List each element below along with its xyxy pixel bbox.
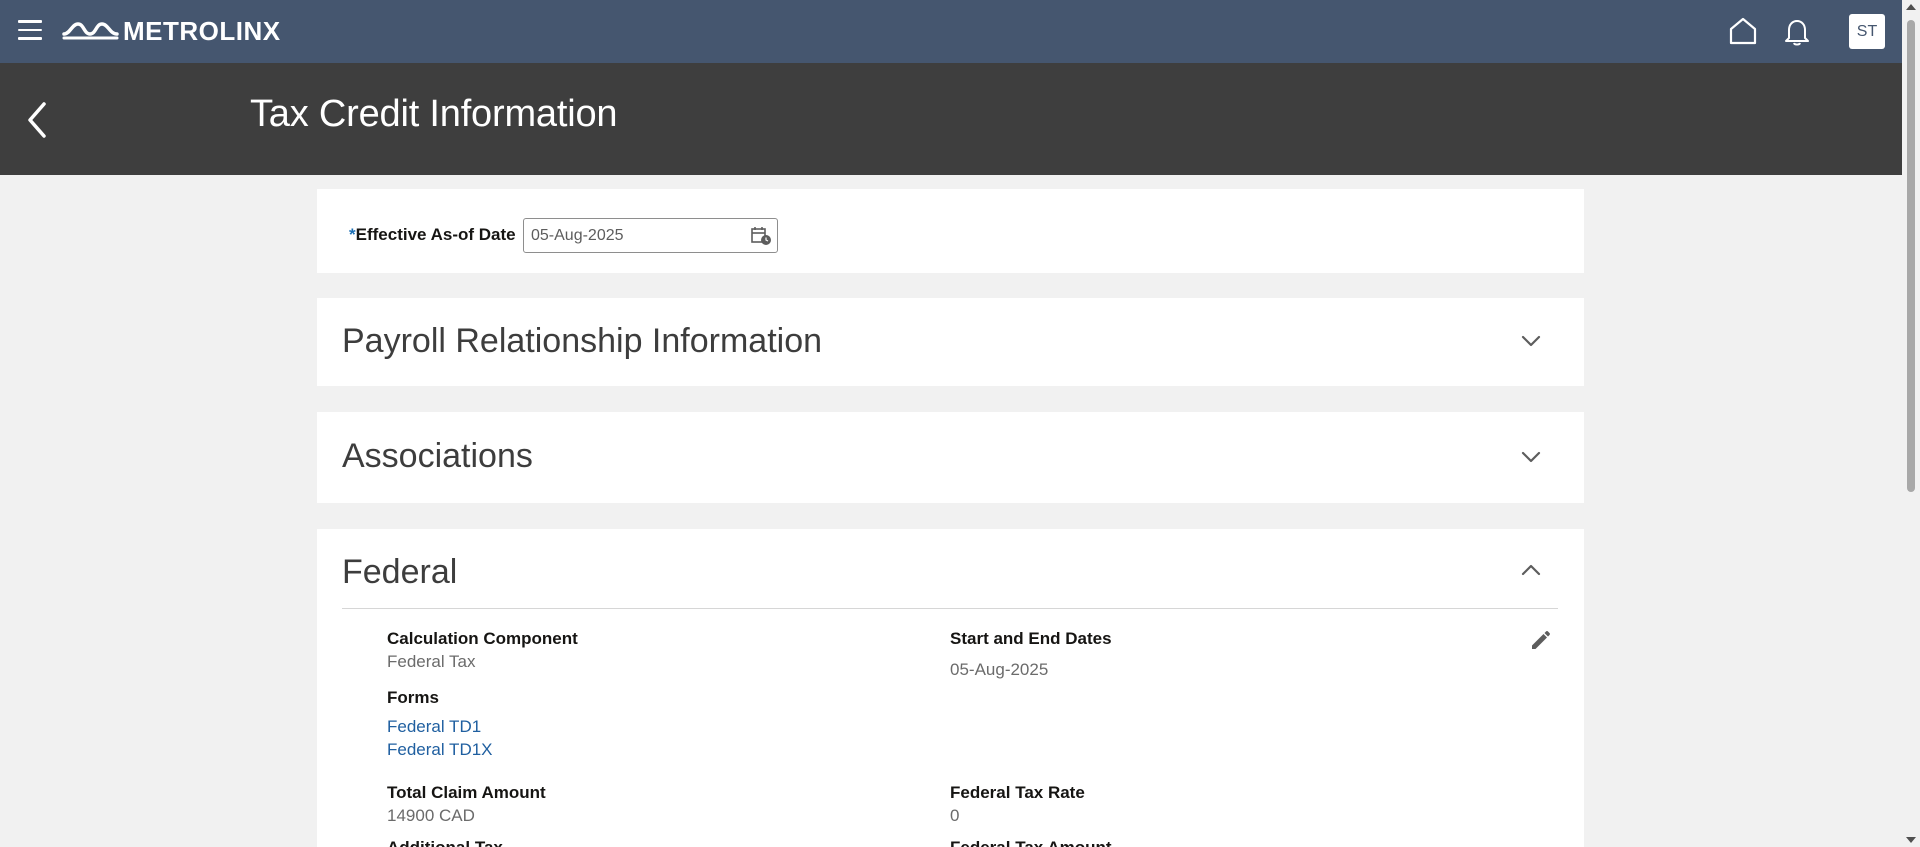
calculation-component-label: Calculation Component [387,629,578,648]
chevron-up-icon[interactable] [1517,560,1545,580]
form-link-federal-td1x[interactable]: Federal TD1X [387,740,493,760]
metrolinx-logo-icon [62,22,119,40]
associations-section[interactable]: Associations [317,412,1584,503]
effective-date-label: *Effective As-of Date [349,225,516,245]
page-header: Tax Credit Information [0,63,1902,175]
brand-logo[interactable]: METROLINX [62,16,281,46]
top-bar: METROLINX ST [0,0,1902,63]
scroll-down-arrow[interactable] [1906,837,1916,843]
effective-date-field[interactable] [523,218,778,253]
effective-date-input[interactable] [531,225,731,247]
edit-icon[interactable] [1528,629,1552,653]
form-link-federal-td1[interactable]: Federal TD1 [387,717,481,737]
required-marker: * [349,225,356,244]
scrollbar-thumb[interactable] [1907,20,1915,492]
section-divider [342,608,1558,609]
additional-tax-label: Additional Tax [387,838,503,847]
effective-date-label-text: Effective As-of Date [355,225,516,244]
chevron-down-icon[interactable] [1517,331,1545,351]
page-title: Tax Credit Information [250,93,618,135]
back-icon[interactable] [22,98,52,142]
vertical-scrollbar[interactable] [1902,0,1920,847]
start-end-dates-label: Start and End Dates [950,629,1112,648]
scroll-up-arrow[interactable] [1906,4,1916,10]
home-icon[interactable] [1727,15,1759,47]
federal-section-title: Federal [342,553,458,591]
payroll-section-title: Payroll Relationship Information [342,322,823,360]
calendar-icon[interactable] [750,226,772,246]
chevron-down-icon[interactable] [1517,447,1545,467]
menu-icon[interactable] [18,20,42,40]
federal-tax-rate-value: 0 [950,806,960,825]
payroll-relationship-section[interactable]: Payroll Relationship Information [317,298,1584,386]
federal-tax-amount-label: Federal Tax Amount [950,838,1112,847]
avatar[interactable]: ST [1849,14,1885,49]
forms-label: Forms [387,688,439,707]
total-claim-amount-label: Total Claim Amount [387,783,546,802]
associations-section-title: Associations [342,437,533,475]
start-end-dates-value: 05-Aug-2025 [950,660,1049,679]
calculation-component-value: Federal Tax [387,652,476,671]
effective-date-card: *Effective As-of Date [317,189,1584,273]
brand-name: METROLINX [123,15,281,46]
total-claim-amount-value: 14900 CAD [387,806,475,825]
federal-section: Federal Calculation Component Federal Ta… [317,529,1584,847]
bell-icon[interactable] [1783,17,1811,47]
federal-tax-rate-label: Federal Tax Rate [950,783,1085,802]
